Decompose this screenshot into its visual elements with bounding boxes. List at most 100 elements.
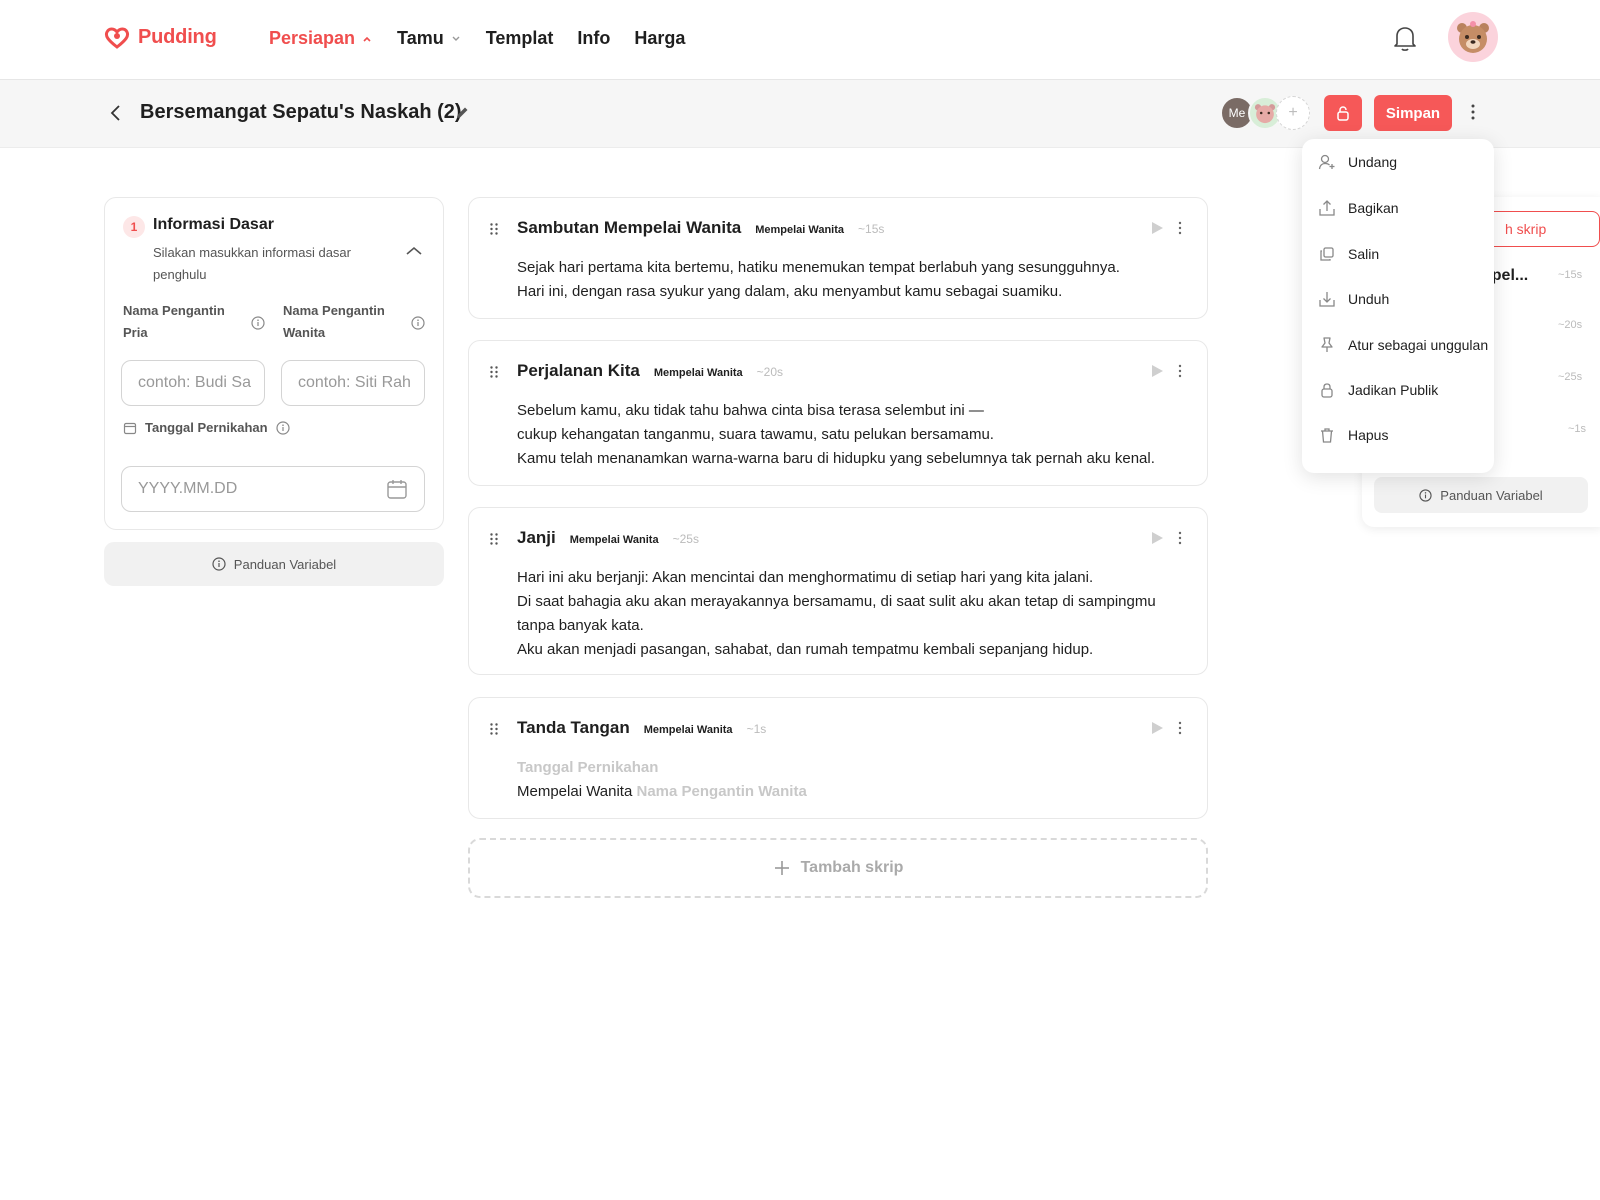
more-options-menu: Undang Bagikan Salin Unduh Atur sebagai … — [1302, 139, 1494, 473]
add-script-label: Tambah skrip — [800, 859, 904, 876]
outline-item-duration: ~15s — [1558, 269, 1583, 281]
script-title: Tanda Tangan — [517, 718, 630, 737]
script-line: Mempelai Wanita Nama Pengantin Wanita — [517, 780, 1187, 804]
info-icon[interactable] — [275, 420, 290, 435]
more-vertical-icon — [1471, 104, 1475, 120]
script-body: Tanggal Pernikahan Mempelai Wanita Nama … — [517, 756, 1187, 804]
drag-handle-icon[interactable] — [489, 532, 499, 546]
groom-name-input[interactable]: contoh: Budi Sa — [121, 360, 265, 406]
menu-item-bagikan[interactable]: Bagikan — [1318, 199, 1399, 217]
script-line: Hari ini, dengan rasa syukur yang dalam,… — [517, 283, 1063, 300]
drag-handle-icon[interactable] — [489, 365, 499, 379]
menu-item-label: Undang — [1348, 154, 1398, 170]
date-placeholder: YYYY.MM.DD — [138, 480, 238, 497]
collapse-button[interactable] — [405, 244, 423, 262]
play-icon[interactable] — [1149, 530, 1165, 546]
nav-item-templat[interactable]: Templat — [486, 28, 554, 49]
script-card[interactable]: Tanda Tangan Mempelai Wanita ~1s Tanggal… — [468, 697, 1208, 819]
collaborator-me-label: Me — [1228, 106, 1246, 120]
add-collaborator-label: + — [1288, 104, 1298, 121]
script-card[interactable]: Perjalanan Kita Mempelai Wanita ~20s Seb… — [468, 340, 1208, 486]
play-icon[interactable] — [1149, 220, 1165, 236]
nav-label: Harga — [634, 28, 686, 48]
drag-handle-icon[interactable] — [489, 222, 499, 236]
chevron-up-icon — [406, 246, 422, 255]
nav-label: Persiapan — [269, 28, 356, 48]
script-header: Tanda Tangan Mempelai Wanita ~1s — [517, 718, 766, 738]
add-collaborator-button[interactable]: + — [1276, 96, 1310, 130]
menu-item-salin[interactable]: Salin — [1318, 245, 1379, 263]
brand-logo[interactable]: Pudding — [104, 26, 217, 49]
more-vertical-icon[interactable] — [1177, 363, 1183, 379]
variable-bride-name[interactable]: Nama Pengantin Wanita — [637, 783, 807, 800]
script-role: Mempelai Wanita — [643, 724, 733, 736]
drag-handle-icon[interactable] — [489, 722, 499, 736]
script-title: Perjalanan Kita — [517, 361, 640, 380]
menu-item-atur-unggulan[interactable]: Atur sebagai unggulan — [1318, 336, 1488, 354]
bear-avatar-icon — [1254, 104, 1276, 124]
more-vertical-icon[interactable] — [1177, 720, 1183, 736]
collaborator-list: Me + — [1220, 96, 1310, 130]
script-duration: ~20s — [756, 365, 784, 379]
script-title: Sambutan Mempelai Wanita — [517, 218, 742, 237]
wedding-date-input[interactable]: YYYY.MM.DD — [121, 466, 425, 512]
nav-label: Templat — [485, 28, 554, 48]
menu-item-label: Salin — [1348, 246, 1380, 262]
user-avatar[interactable] — [1448, 12, 1498, 62]
side-guide-label: Panduan Variabel — [1440, 487, 1543, 503]
edit-title-button[interactable] — [454, 105, 470, 126]
bear-avatar-icon — [1457, 21, 1489, 53]
script-card[interactable]: Sambutan Mempelai Wanita Mempelai Wanita… — [468, 197, 1208, 319]
document-header: Bersemangat Sepatu's Naskah (2) Me + Sim… — [0, 80, 1600, 148]
menu-item-label: Bagikan — [1348, 200, 1399, 216]
nav-item-info[interactable]: Info — [577, 28, 610, 49]
script-role: Mempelai Wanita — [569, 534, 659, 546]
play-icon[interactable] — [1149, 720, 1165, 736]
variable-guide-button[interactable]: Panduan Variabel — [104, 542, 444, 586]
calendar-icon[interactable] — [386, 478, 408, 500]
menu-item-hapus[interactable]: Hapus — [1318, 426, 1388, 444]
chevron-up-icon — [363, 36, 371, 42]
chevron-down-icon — [452, 36, 460, 41]
variable-wedding-date[interactable]: Tanggal Pernikahan — [517, 756, 1187, 780]
script-role: Mempelai Wanita — [755, 224, 845, 236]
user-plus-icon — [1318, 154, 1335, 170]
script-duration: ~25s — [672, 532, 699, 546]
download-icon — [1319, 292, 1335, 307]
script-body: Sebelum kamu, aku tidak tahu bahwa cinta… — [517, 399, 1187, 471]
nav-item-harga[interactable]: Harga — [634, 28, 685, 49]
bride-name-label: Nama Pengantin Wanita — [283, 303, 385, 340]
script-card[interactable]: Janji Mempelai Wanita ~25s Hari ini aku … — [468, 507, 1208, 675]
document-title: Bersemangat Sepatu's Naskah (2) — [140, 101, 462, 123]
lock-button[interactable] — [1324, 95, 1362, 131]
bride-name-input[interactable]: contoh: Siti Rah — [281, 360, 425, 406]
menu-item-label: Atur sebagai unggulan — [1348, 337, 1489, 353]
add-script-button[interactable]: Tambah skrip — [468, 838, 1208, 898]
script-title: Janji — [517, 528, 556, 547]
menu-item-unduh[interactable]: Unduh — [1318, 290, 1389, 308]
bell-icon — [1394, 27, 1416, 51]
more-vertical-icon[interactable] — [1177, 220, 1183, 236]
more-vertical-icon[interactable] — [1177, 530, 1183, 546]
script-duration: ~1s — [746, 722, 767, 736]
back-button[interactable] — [108, 104, 124, 127]
copy-icon — [1320, 247, 1334, 261]
info-icon[interactable] — [411, 316, 425, 330]
nav-label: Info — [577, 28, 611, 48]
menu-item-jadikan-publik[interactable]: Jadikan Publik — [1318, 381, 1438, 399]
script-duration: ~15s — [858, 222, 885, 236]
nav-item-tamu[interactable]: Tamu — [397, 28, 462, 49]
nav-label: Tamu — [397, 28, 444, 48]
more-options-button[interactable] — [1470, 102, 1476, 127]
info-icon[interactable] — [251, 316, 265, 330]
wedding-date-label: Tanggal Pernikahan — [123, 420, 290, 435]
notification-button[interactable] — [1392, 24, 1418, 57]
save-button[interactable]: Simpan — [1374, 95, 1452, 131]
side-variable-guide-button[interactable]: Panduan Variabel — [1374, 477, 1588, 513]
menu-item-undang[interactable]: Undang — [1318, 153, 1397, 171]
lock-icon — [1337, 106, 1349, 121]
pin-icon — [1321, 337, 1333, 352]
info-icon — [212, 557, 226, 571]
play-icon[interactable] — [1149, 363, 1165, 379]
nav-item-persiapan[interactable]: Persiapan — [269, 28, 373, 49]
